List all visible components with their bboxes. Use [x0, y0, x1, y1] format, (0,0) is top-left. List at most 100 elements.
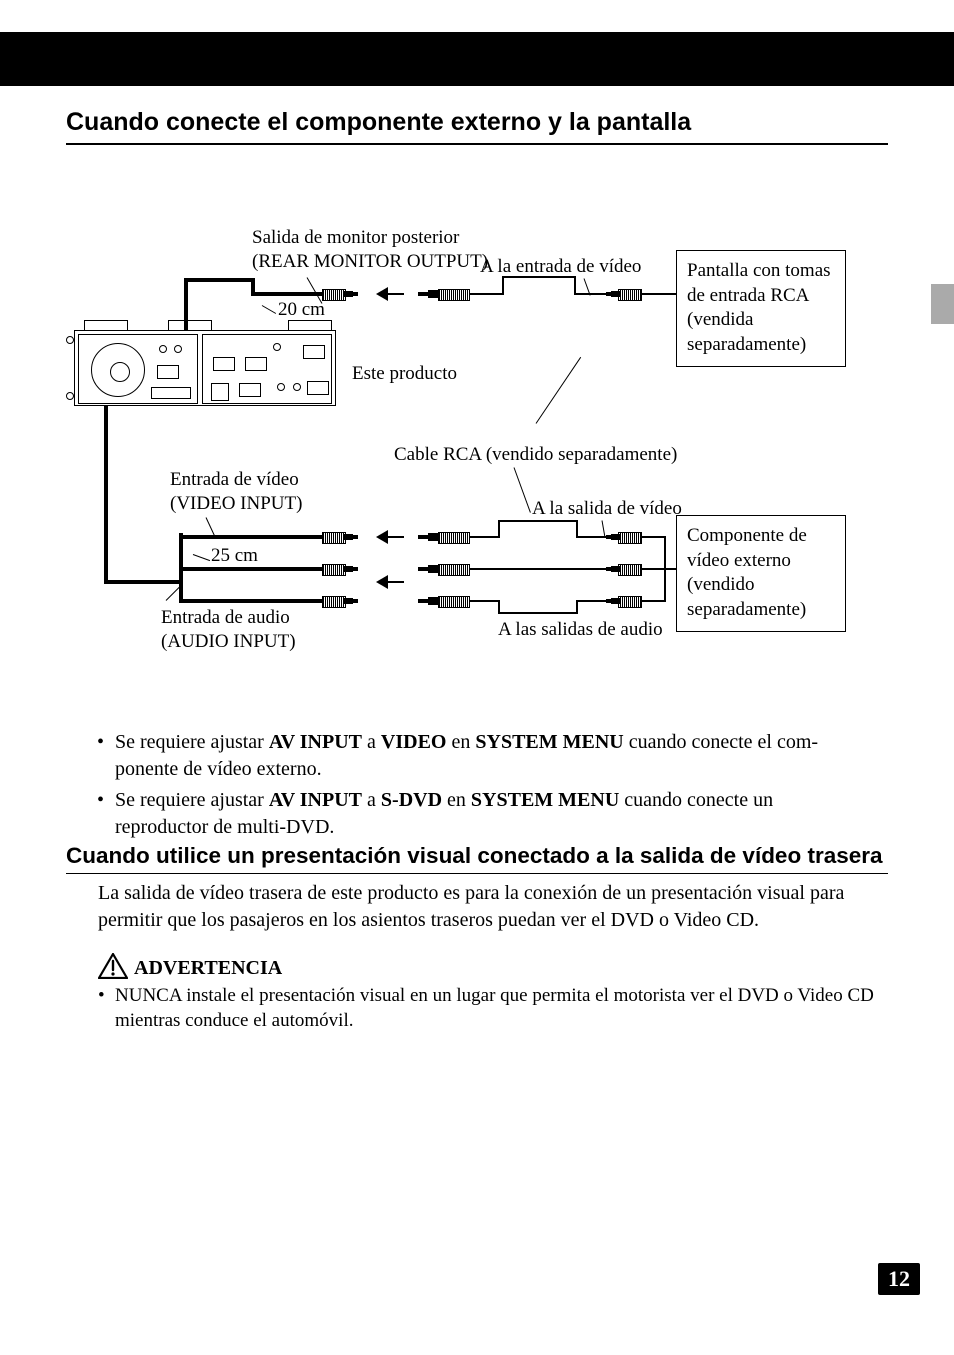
label-rear-monitor-output: Salida de monitor posterior (REAR MONITO… — [252, 226, 488, 274]
label-to-video-output: A la salida de vídeo — [532, 497, 682, 521]
text: a — [362, 789, 381, 811]
warning-label: ADVERTENCIA — [134, 957, 282, 980]
wire — [179, 567, 324, 571]
text: Se requiere ajustar — [115, 731, 269, 753]
wire — [576, 600, 608, 602]
rca-plug-icon — [606, 287, 642, 301]
port-icon — [151, 387, 191, 399]
leader-line — [602, 520, 606, 536]
wire — [184, 318, 188, 330]
warning-text: NUNCA instale el presentación visual en … — [115, 984, 875, 1033]
note-item: Se requiere ajustar AV INPUT a VIDEO en … — [115, 729, 875, 783]
leader-line — [514, 467, 531, 512]
wire — [502, 276, 576, 278]
wire — [574, 293, 608, 295]
label-to-audio-outputs: A las salidas de audio — [498, 618, 663, 642]
unit-tab — [288, 320, 332, 330]
warning-triangle-icon — [98, 953, 128, 979]
text-bold: S-DVD — [381, 789, 442, 811]
leader-line — [206, 517, 215, 536]
text-bold: SYSTEM MENU — [471, 789, 619, 811]
section-title: Cuando conecte el componente externo y l… — [66, 108, 888, 145]
unit-tab — [168, 320, 212, 330]
port-icon — [277, 383, 285, 391]
connection-diagram: Salida de monitor posterior (REAR MONITO… — [66, 170, 888, 690]
wire — [104, 580, 182, 584]
port-icon — [239, 383, 261, 397]
subsection-title: Cuando utilice un presentación visual co… — [66, 843, 888, 874]
rca-adapter-icon — [418, 287, 470, 301]
rca-plug-icon — [606, 530, 642, 544]
page-number: 12 — [878, 1263, 920, 1295]
wire — [502, 276, 504, 295]
rca-adapter-icon — [418, 530, 470, 544]
wire — [179, 599, 324, 603]
unit-tab — [84, 320, 128, 330]
rca-plug-icon — [322, 562, 358, 576]
wire — [642, 293, 676, 295]
arrow-left-icon — [376, 287, 406, 301]
label-rca-cable: Cable RCA (vendido separadamente) — [394, 443, 677, 467]
label-video-input: Entrada de vídeo (VIDEO INPUT) — [170, 468, 302, 516]
rca-plug-icon — [606, 562, 642, 576]
port-icon — [159, 345, 167, 353]
text-bold: SYSTEM MENU — [475, 731, 623, 753]
header-black-bar — [0, 32, 954, 86]
notes-list: Se requiere ajustar AV INPUT a VIDEO en … — [115, 729, 875, 845]
screw-icon — [66, 336, 74, 344]
wire — [179, 535, 324, 539]
rca-plug-icon — [606, 594, 642, 608]
text: en — [446, 731, 475, 753]
leader-line — [262, 305, 276, 314]
text-bold: AV INPUT — [269, 731, 362, 753]
rca-plug-icon — [322, 594, 358, 608]
wire — [184, 278, 254, 282]
port-icon — [293, 383, 301, 391]
wire — [470, 293, 504, 295]
rca-adapter-icon — [418, 594, 470, 608]
port-icon — [303, 345, 325, 359]
port-icon — [211, 383, 229, 401]
rca-plug-icon — [322, 287, 358, 301]
box-external-component: Componente de vídeo externo (vendido sep… — [676, 515, 846, 632]
arrow-left-icon — [376, 575, 406, 589]
rca-adapter-icon — [418, 562, 470, 576]
port-icon — [307, 381, 329, 395]
wire — [104, 406, 108, 582]
side-tab-marker — [931, 284, 954, 324]
wire — [184, 278, 188, 318]
port-icon — [213, 357, 235, 371]
wire — [642, 568, 666, 570]
rca-plug-icon — [322, 530, 358, 544]
head-unit-drawing — [74, 330, 336, 406]
note-item: Se requiere ajustar AV INPUT a S-DVD en … — [115, 787, 875, 841]
leader-line — [536, 357, 582, 424]
screw-icon — [66, 392, 74, 400]
wire — [498, 612, 578, 614]
leader-line — [193, 554, 210, 561]
wire — [498, 520, 578, 522]
wire — [470, 536, 500, 538]
label-25cm: 25 cm — [211, 544, 258, 568]
wire — [498, 520, 500, 538]
wire — [576, 600, 578, 614]
label-20cm: 20 cm — [278, 298, 325, 322]
subsection-paragraph: La salida de vídeo trasera de este produ… — [98, 880, 878, 934]
text: Se requiere ajustar — [115, 789, 269, 811]
text-bold: AV INPUT — [269, 789, 362, 811]
text: en — [442, 789, 471, 811]
wire — [470, 600, 500, 602]
wire — [576, 536, 608, 538]
wire — [642, 536, 666, 538]
port-icon — [157, 365, 179, 379]
label-this-product: Este producto — [352, 362, 457, 386]
text-bold: VIDEO — [381, 731, 447, 753]
arrow-left-icon — [376, 530, 406, 544]
wire — [664, 568, 676, 570]
wire — [251, 292, 323, 296]
wire — [642, 600, 666, 602]
text: a — [362, 731, 381, 753]
wire — [470, 568, 608, 570]
fan-icon — [91, 343, 145, 397]
box-display-rca: Pantalla con tomas de entrada RCA (vendi… — [676, 250, 846, 367]
